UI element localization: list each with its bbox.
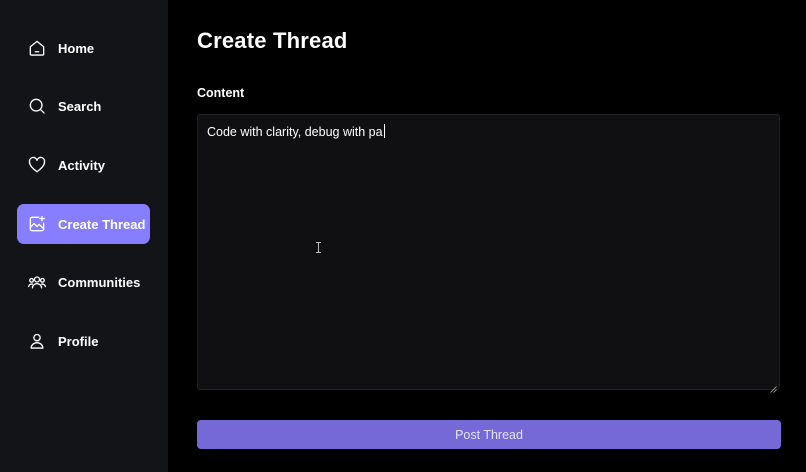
content-textarea-value: Code with clarity, debug with pa [207, 125, 383, 139]
sidebar-item-label: Profile [58, 333, 99, 349]
image-plus-icon [27, 214, 47, 234]
resize-handle-icon[interactable] [770, 380, 777, 393]
heart-icon [27, 155, 47, 175]
content-textarea[interactable]: Code with clarity, debug with pa [197, 114, 780, 393]
page-title: Create Thread [197, 28, 348, 53]
app-root: Home Search Activity Create Thread Commu [0, 0, 806, 472]
sidebar-item-home[interactable]: Home [17, 28, 150, 68]
sidebar-item-label: Create Thread [58, 216, 146, 232]
sidebar-item-label: Communities [58, 274, 141, 290]
user-icon [27, 331, 47, 351]
left-sidebar: Home Search Activity Create Thread Commu [0, 0, 168, 472]
home-icon [27, 38, 47, 58]
sidebar-item-create-thread[interactable]: Create Thread [17, 204, 150, 244]
text-caret [383, 124, 385, 138]
sidebar-item-communities[interactable]: Communities [17, 262, 150, 302]
sidebar-item-profile[interactable]: Profile [17, 321, 150, 361]
post-thread-button[interactable]: Post Thread [197, 420, 781, 449]
sidebar-item-label: Search [58, 98, 102, 114]
sidebar-item-label: Activity [58, 157, 105, 173]
search-icon [27, 96, 47, 116]
sidebar-item-search[interactable]: Search [17, 86, 150, 126]
sidebar-item-label: Home [58, 40, 95, 56]
main-content: Create Thread Content Code with clarity,… [168, 0, 806, 472]
users-icon [27, 272, 47, 292]
ibeam-cursor-icon [315, 240, 322, 253]
content-label: Content [197, 86, 245, 100]
sidebar-item-activity[interactable]: Activity [17, 145, 150, 185]
